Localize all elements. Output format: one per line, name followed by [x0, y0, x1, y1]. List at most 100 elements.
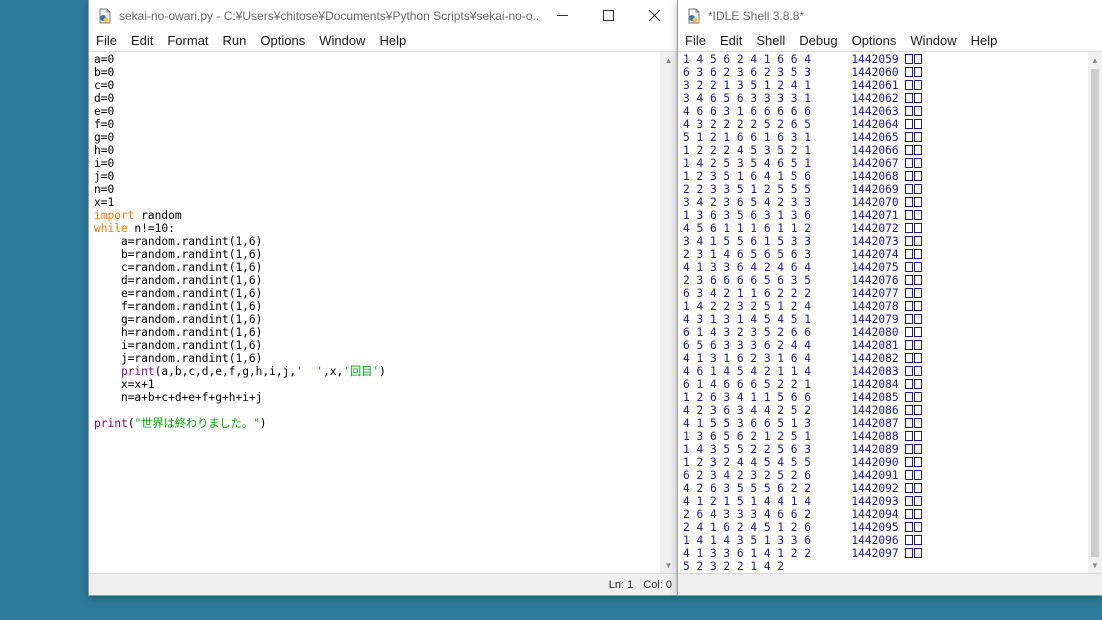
code-line[interactable]: j=random.randint(1,6) — [94, 352, 660, 365]
editor-window: sekai-no-owari.py - C:¥Users¥chitose¥Doc… — [89, 0, 677, 595]
code-token: i=0 — [94, 157, 115, 170]
iteration-count: 1442083 — [851, 365, 899, 378]
code-line[interactable]: e=random.randint(1,6) — [94, 287, 660, 300]
code-line[interactable]: i=0 — [94, 157, 660, 170]
column-indicator: Col: 0 — [643, 578, 672, 591]
code-token: a=0 — [94, 53, 115, 66]
code-line[interactable]: h=random.randint(1,6) — [94, 326, 660, 339]
shell-vertical-scrollbar[interactable]: ▲ ▼ — [1088, 52, 1102, 574]
shell-output-text[interactable]: 1 4 5 6 2 4 1 6 6 4 1442059 6 3 6 2 3 6 … — [678, 52, 1088, 573]
editor-menubar: File Edit Format Run Options Window Help — [89, 31, 677, 52]
missing-glyph-box-icon — [914, 158, 923, 168]
menu-file[interactable]: File — [89, 31, 124, 51]
code-line[interactable]: import random — [94, 209, 660, 222]
editor-titlebar[interactable]: sekai-no-owari.py - C:¥Users¥chitose¥Doc… — [89, 0, 677, 31]
menu-shell[interactable]: Shell — [749, 31, 792, 51]
missing-glyph-box-icon — [905, 418, 914, 428]
code-editor-area[interactable]: a=0 b=0 c=0 d=0 e=0 f=0 g=0 h=0 i=0 j=0 n=0 x=1 impo… — [89, 52, 660, 574]
code-line[interactable]: a=random.randint(1,6) — [94, 235, 660, 248]
menu-edit[interactable]: Edit — [713, 31, 749, 51]
menu-options[interactable]: Options — [253, 31, 312, 51]
code-line[interactable]: f=random.randint(1,6) — [94, 300, 660, 313]
code-line[interactable]: n=0 — [94, 183, 660, 196]
menu-window[interactable]: Window — [312, 31, 372, 51]
code-line[interactable]: c=0 — [94, 79, 660, 92]
scroll-up-arrow-icon[interactable]: ▲ — [660, 54, 677, 67]
shell-titlebar[interactable]: *IDLE Shell 3.8.8* — [678, 0, 1102, 31]
code-line[interactable]: g=0 — [94, 131, 660, 144]
missing-glyph-box-icon — [905, 366, 914, 376]
shell-output-line: 4 2 6 3 5 5 5 6 2 2 1442092 — [683, 482, 1088, 495]
idle-file-icon — [688, 8, 700, 23]
menu-window[interactable]: Window — [903, 31, 963, 51]
editor-statusbar: Ln: 1 Col: 0 — [89, 573, 677, 595]
code-line[interactable]: e=0 — [94, 105, 660, 118]
missing-glyph-box-icon — [905, 93, 914, 103]
code-line[interactable]: print("世界は終わりました。") — [94, 417, 660, 430]
editor-window-controls — [539, 0, 677, 31]
menu-help[interactable]: Help — [372, 31, 413, 51]
menu-edit[interactable]: Edit — [124, 31, 160, 51]
scroll-thumb[interactable] — [1091, 69, 1099, 557]
code-token: d=0 — [94, 92, 115, 105]
shell-output-line: 1 4 1 4 3 5 1 3 3 6 1442096 — [683, 534, 1088, 547]
code-line[interactable]: a=0 — [94, 53, 660, 66]
iteration-count: 1442090 — [851, 456, 899, 469]
scroll-up-arrow-icon[interactable]: ▲ — [1088, 54, 1102, 67]
missing-glyph-box-icon — [914, 288, 923, 298]
missing-glyph-box-icon — [914, 236, 923, 246]
scroll-down-arrow-icon[interactable]: ▼ — [1088, 559, 1102, 572]
maximize-button[interactable] — [585, 0, 631, 31]
menu-options[interactable]: Options — [845, 31, 904, 51]
iteration-count: 1442079 — [851, 313, 899, 326]
dice-values: 2 4 1 6 2 4 5 1 2 6 — [683, 521, 811, 534]
shell-window: *IDLE Shell 3.8.8* File Edit Shell Debug… — [678, 0, 1102, 595]
shell-output-line: 1 4 5 6 2 4 1 6 6 4 1442059 — [683, 53, 1088, 66]
code-text[interactable]: a=0 b=0 c=0 d=0 e=0 f=0 g=0 h=0 i=0 j=0 n=0 x=1 impo… — [89, 52, 660, 430]
shell-output-line: 6 1 4 3 2 3 5 2 6 6 1442080 — [683, 326, 1088, 339]
missing-glyph-box-icon — [905, 353, 914, 363]
code-line[interactable]: d=0 — [94, 92, 660, 105]
menu-format[interactable]: Format — [160, 31, 215, 51]
iteration-count: 1442091 — [851, 469, 899, 482]
shell-output-area[interactable]: 1 4 5 6 2 4 1 6 6 4 1442059 6 3 6 2 3 6 … — [678, 52, 1088, 574]
code-line[interactable]: b=0 — [94, 66, 660, 79]
close-button[interactable] — [631, 0, 677, 31]
code-line[interactable]: while n!=10: — [94, 222, 660, 235]
missing-glyph-box-icon — [914, 314, 923, 324]
dice-values: 1 4 2 5 3 5 4 6 5 1 — [683, 157, 811, 170]
scroll-down-arrow-icon[interactable]: ▼ — [660, 559, 677, 572]
code-line[interactable]: c=random.randint(1,6) — [94, 261, 660, 274]
iteration-count: 1442066 — [851, 144, 899, 157]
code-line[interactable]: d=random.randint(1,6) — [94, 274, 660, 287]
code-line[interactable] — [94, 404, 660, 417]
code-line[interactable]: print(a,b,c,d,e,f,g,h,i,j,' ',x,'回目') — [94, 365, 660, 378]
minimize-button[interactable] — [539, 0, 585, 31]
editor-vertical-scrollbar[interactable]: ▲ ▼ — [660, 52, 677, 574]
menu-run[interactable]: Run — [216, 31, 254, 51]
code-line[interactable]: j=0 — [94, 170, 660, 183]
iteration-count: 1442092 — [851, 482, 899, 495]
menu-help[interactable]: Help — [964, 31, 1005, 51]
shell-output-line: 3 4 6 5 6 3 3 3 3 1 1442062 — [683, 92, 1088, 105]
code-line[interactable]: b=random.randint(1,6) — [94, 248, 660, 261]
dice-values: 1 4 3 5 5 2 2 5 6 3 — [683, 443, 811, 456]
code-line[interactable]: h=0 — [94, 144, 660, 157]
code-line[interactable]: x=x+1 — [94, 378, 660, 391]
dice-values: 1 2 2 2 4 5 3 5 2 1 — [683, 144, 811, 157]
iteration-count: 1442097 — [851, 547, 899, 560]
menu-debug[interactable]: Debug — [792, 31, 844, 51]
missing-glyph-box-icon — [914, 223, 923, 233]
dice-values: 2 2 3 3 5 1 2 5 5 5 — [683, 183, 811, 196]
maximize-icon — [602, 10, 614, 21]
code-line[interactable]: f=0 — [94, 118, 660, 131]
missing-glyph-box-icon — [905, 275, 914, 285]
code-line[interactable]: n=a+b+c+d+e+f+g+h+i+j — [94, 391, 660, 404]
dice-values: 2 3 1 4 6 5 6 5 6 3 — [683, 248, 811, 261]
menu-file[interactable]: File — [678, 31, 713, 51]
code-line[interactable]: i=random.randint(1,6) — [94, 339, 660, 352]
shell-output-line: 2 2 3 3 5 1 2 5 5 5 1442069 — [683, 183, 1088, 196]
minimize-icon — [556, 15, 568, 16]
code-line[interactable]: g=random.randint(1,6) — [94, 313, 660, 326]
code-line[interactable]: x=1 — [94, 196, 660, 209]
